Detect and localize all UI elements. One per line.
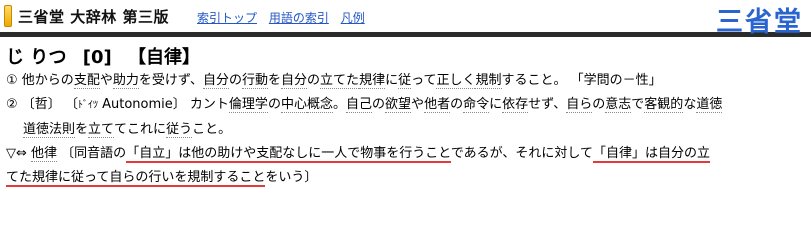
headword-reading: じ りつ bbox=[6, 47, 67, 68]
dictionary-title: 三省堂 大辞林 第三版 bbox=[18, 8, 169, 26]
header-divider bbox=[0, 32, 811, 37]
term-link[interactable]: 正しく bbox=[436, 73, 476, 89]
term-link[interactable]: 行動 bbox=[241, 73, 268, 89]
sense-2-continued: 道徳法則を立ててこれに従うこと。 bbox=[6, 118, 803, 142]
highlighted-phrase: 「自律」は自分の立 bbox=[593, 146, 711, 163]
term-link[interactable]: 自分 bbox=[281, 73, 308, 89]
text: を bbox=[75, 122, 89, 137]
nav-term-index-link[interactable]: 用語の索引 bbox=[269, 11, 329, 25]
term-link[interactable]: 中心 bbox=[280, 97, 307, 113]
text: の bbox=[228, 73, 242, 88]
text: な bbox=[683, 97, 697, 112]
term-link[interactable]: 助力 bbox=[112, 73, 139, 89]
nav-index-top-link[interactable]: 索引トップ bbox=[197, 11, 257, 25]
text: って bbox=[411, 73, 437, 88]
text: 。 bbox=[332, 97, 346, 112]
text: てこれに bbox=[114, 122, 167, 137]
text: で bbox=[631, 97, 645, 112]
term-link[interactable]: 倫理学 bbox=[228, 97, 268, 113]
term-link[interactable]: 立て bbox=[88, 122, 115, 138]
site-header: 三省堂 大辞林 第三版 索引トップ 用語の索引 凡例 三省堂 bbox=[0, 0, 811, 38]
text: の bbox=[592, 97, 606, 112]
sense-number: ② bbox=[6, 97, 18, 112]
term-link[interactable]: 依存 bbox=[502, 97, 529, 113]
brand-bar-icon bbox=[4, 5, 12, 27]
term-link[interactable]: 自分 bbox=[202, 73, 229, 89]
term-link[interactable]: 従 bbox=[398, 73, 412, 89]
term-link[interactable]: 立てた bbox=[320, 73, 360, 89]
sense-2: ② 〔哲〕 〔ﾄﾞｲﾂ Autonomie〕 カント倫理学の中心概念。自己の欲望… bbox=[6, 93, 803, 118]
term-link[interactable]: 規制 bbox=[475, 73, 502, 89]
text: や bbox=[411, 97, 425, 112]
field-label: 〔哲〕 bbox=[21, 97, 61, 112]
headword-kanji: 【自律】 bbox=[128, 47, 200, 68]
term-link[interactable]: 自ら bbox=[566, 97, 593, 113]
text: すること。 「学問の－性」 bbox=[501, 73, 662, 88]
text: をいう〕 bbox=[265, 170, 318, 185]
foreign-word: Autonomie bbox=[102, 97, 173, 112]
text: 他からの bbox=[21, 73, 74, 88]
text: を受けず、 bbox=[138, 73, 203, 88]
entry-headword: じ りつ [0] 【自律】 bbox=[6, 43, 811, 69]
entry-definitions: ① 他からの支配や助力を受けず、自分の行動を自分の立てた規律に従って正しく規制す… bbox=[6, 69, 803, 190]
text: を bbox=[268, 73, 282, 88]
header-nav: 索引トップ 用語の索引 凡例 bbox=[197, 9, 373, 26]
sense-number: ① bbox=[6, 73, 18, 88]
text: に bbox=[385, 73, 399, 88]
language-label: ﾄﾞｲﾂ bbox=[77, 100, 98, 111]
term-link[interactable]: 従う bbox=[166, 122, 193, 138]
headword-accent: [0] bbox=[82, 47, 112, 68]
term-link[interactable]: 支配 bbox=[73, 73, 100, 89]
text: の bbox=[307, 73, 321, 88]
text: 〕 bbox=[172, 97, 186, 112]
antonym-link[interactable]: 他律 bbox=[31, 146, 58, 162]
term-link[interactable]: 意志 bbox=[605, 97, 632, 113]
term-link[interactable]: 自己 bbox=[346, 97, 373, 113]
term-link[interactable]: 客観的 bbox=[644, 97, 684, 113]
highlighted-phrase: 「自立」は他の助けや支配なしに一人で物事を行うこと bbox=[126, 146, 451, 163]
term-link[interactable]: 命令 bbox=[463, 97, 490, 113]
usage-note: ▽⇔ 他律 〔同音語の「自立」は他の助けや支配なしに一人で物事を行うことであるが… bbox=[6, 142, 803, 190]
text: 〔 bbox=[64, 97, 78, 112]
term-link[interactable]: 概念 bbox=[306, 97, 333, 113]
text: であるが、それに対して bbox=[450, 146, 594, 161]
text: の bbox=[372, 97, 386, 112]
text: こと。 bbox=[192, 122, 232, 137]
term-link[interactable]: 欲望 bbox=[385, 97, 412, 113]
publisher-logo[interactable]: 三省堂 bbox=[716, 0, 803, 39]
highlighted-phrase: てた規律に従って自らの行いを規制すること bbox=[6, 170, 266, 187]
sense-1: ① 他からの支配や助力を受けず、自分の行動を自分の立てた規律に従って正しく規制す… bbox=[6, 69, 803, 93]
nav-legend-link[interactable]: 凡例 bbox=[341, 11, 365, 25]
text: に bbox=[489, 97, 503, 112]
text: の bbox=[267, 97, 281, 112]
text: 〔同音語の bbox=[57, 146, 127, 161]
text: カント bbox=[185, 97, 229, 112]
term-link[interactable]: 他者 bbox=[424, 97, 451, 113]
term-link[interactable]: 規律 bbox=[359, 73, 386, 89]
term-link[interactable]: 道徳 bbox=[696, 97, 723, 113]
text: や bbox=[99, 73, 113, 88]
text: せず、 bbox=[528, 97, 567, 112]
text: の bbox=[450, 97, 464, 112]
antonym-mark: ▽⇔ bbox=[6, 146, 27, 161]
term-link[interactable]: 道徳法則 bbox=[23, 122, 76, 138]
